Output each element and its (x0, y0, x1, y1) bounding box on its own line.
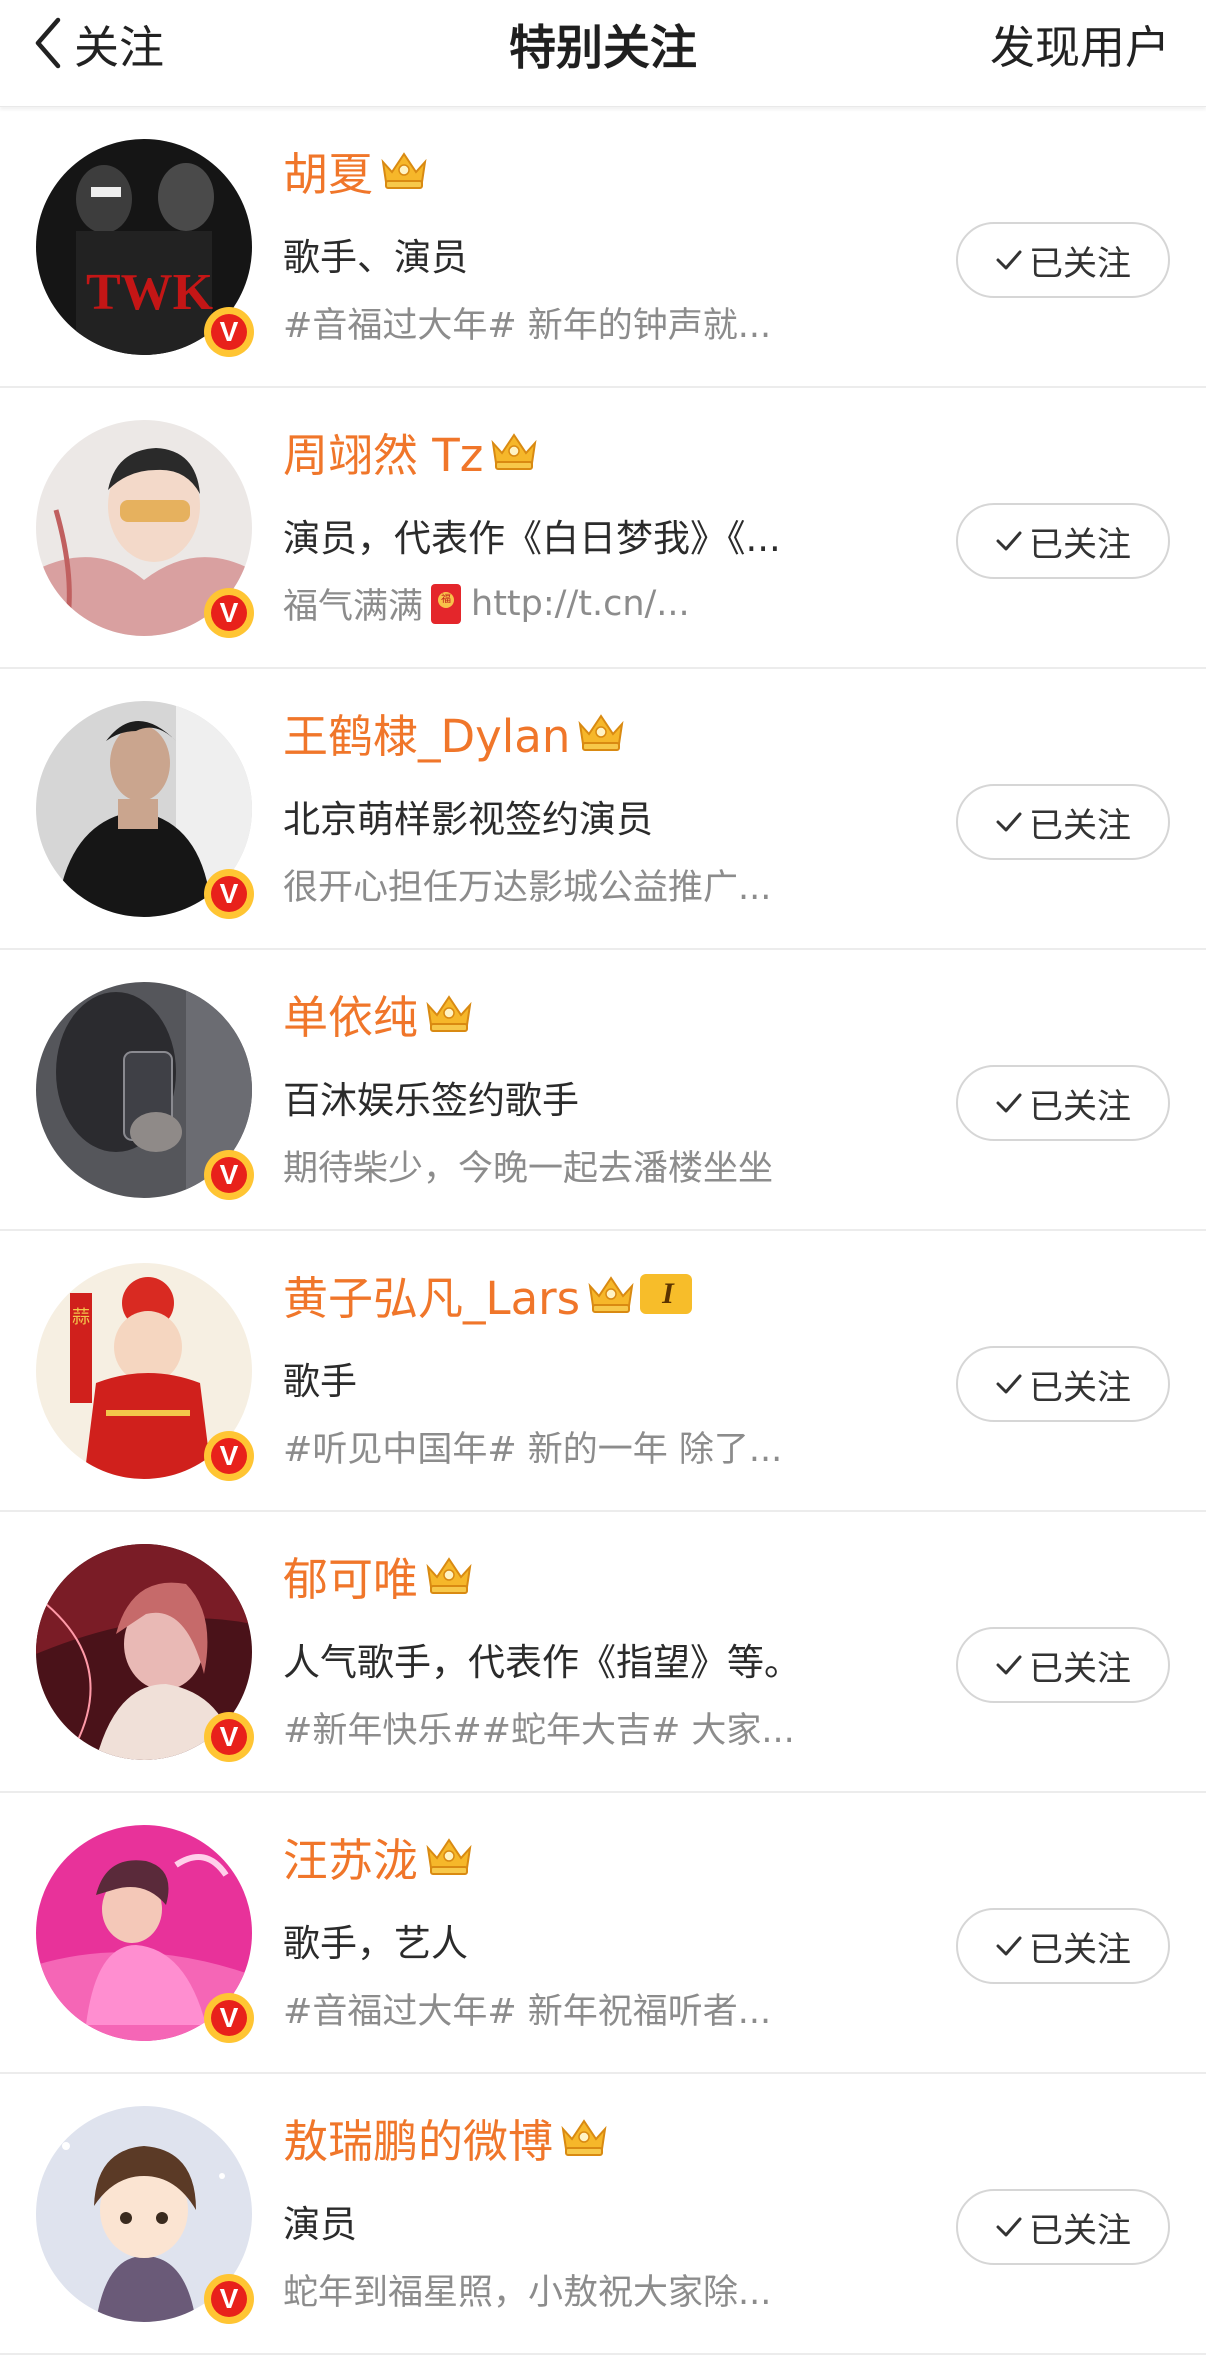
user-bio: 歌手 (283, 1360, 357, 1403)
user-name[interactable]: 胡夏 (283, 138, 373, 203)
status-text: 期待柴少，今晚一起去潘楼坐坐 (283, 1149, 774, 1189)
following-button[interactable]: 已关注 (956, 784, 1170, 860)
user-status: #听见中国年# 新的一年 除了... (283, 1421, 782, 1472)
nav-bar: 关注 特别关注 发现用户 (0, 0, 1206, 107)
check-icon (995, 1653, 1023, 1677)
following-button[interactable]: 已关注 (956, 1627, 1170, 1703)
following-button[interactable]: 已关注 (956, 503, 1170, 579)
following-label: 已关注 (1029, 1086, 1131, 1127)
user-bio: 人气歌手，代表作《指望》等。 (283, 1641, 801, 1684)
following-label: 已关注 (1029, 524, 1131, 565)
verified-badge-icon: V (204, 1993, 254, 2043)
verified-badge-icon: V (204, 2274, 254, 2324)
list-item[interactable]: V 汪苏泷 歌手，艺人 #音福过大年# 新年祝福听者... 已关注 (0, 1793, 1206, 2074)
list-item[interactable]: 蒜 V 黄子弘凡_Lars I 歌手 #听见中国年# 新的一年 除了... 已关… (0, 1231, 1206, 1512)
following-label: 已关注 (1029, 805, 1131, 846)
user-name-line: 郁可唯 (283, 1540, 476, 1610)
crown-icon (422, 991, 476, 1035)
user-name-line: 单依纯 (283, 978, 476, 1048)
status-prefix: 福气满满 (283, 587, 424, 627)
list-item[interactable]: V 周翊然 Tz 演员，代表作《白日梦我》《... 福气满满 福 http://… (0, 388, 1206, 669)
crown-icon (574, 710, 628, 754)
crown-icon (584, 1272, 638, 1316)
following-label: 已关注 (1029, 2210, 1131, 2251)
user-status: 蛇年到福星照，小敖祝大家除... (283, 2264, 771, 2315)
status-text: #听见中国年# 新的一年 除了... (283, 1430, 783, 1470)
status-text: 蛇年到福星照，小敖祝大家除... (283, 2273, 772, 2313)
following-label: 已关注 (1029, 243, 1131, 284)
user-bio: 演员，代表作《白日梦我》《... (283, 517, 781, 560)
verified-badge-icon: V (204, 1150, 254, 1200)
list-item[interactable]: V 王鹤棣_Dylan 北京萌样影视签约演员 很开心担任万达影城公益推广... … (0, 669, 1206, 950)
following-button[interactable]: 已关注 (956, 1065, 1170, 1141)
user-name[interactable]: 王鹤棣_Dylan (283, 700, 570, 765)
user-name[interactable]: 单依纯 (283, 981, 418, 1046)
status-text: #新年快乐##蛇年大吉# 大家... (283, 1711, 795, 1751)
status-link[interactable]: http://t.cn/... (471, 584, 690, 624)
following-button[interactable]: 已关注 (956, 222, 1170, 298)
crown-icon (422, 1834, 476, 1878)
list-item[interactable]: V 敖瑞鹏的微博 演员 蛇年到福星照，小敖祝大家除... 已关注 (0, 2074, 1206, 2355)
following-label: 已关注 (1029, 1648, 1131, 1689)
user-name-line: 周翊然 Tz (283, 416, 541, 486)
member-level-badge: I (640, 1274, 692, 1314)
svg-text:TWK: TWK (86, 264, 214, 321)
crown-icon (377, 148, 431, 192)
discover-users-button[interactable]: 发现用户 (990, 0, 1170, 86)
user-name[interactable]: 黄子弘凡_Lars (283, 1262, 580, 1327)
check-icon (995, 1091, 1023, 1115)
verified-badge-icon: V (204, 1431, 254, 1481)
check-icon (995, 2215, 1023, 2239)
user-status: 福气满满 福 http://t.cn/... (283, 578, 690, 629)
user-status: #新年快乐##蛇年大吉# 大家... (283, 1702, 795, 1753)
verified-badge-icon: V (204, 869, 254, 919)
list-item[interactable]: V 单依纯 百沐娱乐签约歌手 期待柴少，今晚一起去潘楼坐坐 已关注 (0, 950, 1206, 1231)
user-name[interactable]: 汪苏泷 (283, 1824, 418, 1889)
user-name[interactable]: 敖瑞鹏的微博 (283, 2105, 553, 2170)
user-name-line: 汪苏泷 (283, 1821, 476, 1891)
verified-badge-icon: V (204, 588, 254, 638)
user-status: 期待柴少，今晚一起去潘楼坐坐 (283, 1140, 773, 1191)
user-bio: 北京萌样影视签约演员 (283, 798, 653, 841)
user-name[interactable]: 周翊然 Tz (283, 419, 483, 484)
verified-badge-icon: V (204, 1712, 254, 1762)
verified-badge-icon: V (204, 307, 254, 357)
list-item[interactable]: TWK V 胡夏 歌手、演员 #音福过大年# 新年的钟声就... 已关注 (0, 107, 1206, 388)
user-bio: 歌手，艺人 (283, 1922, 468, 1965)
following-label: 已关注 (1029, 1367, 1131, 1408)
following-button[interactable]: 已关注 (956, 2189, 1170, 2265)
crown-icon (422, 1553, 476, 1597)
list-item[interactable]: V 郁可唯 人气歌手，代表作《指望》等。 #新年快乐##蛇年大吉# 大家... … (0, 1512, 1206, 1793)
following-button[interactable]: 已关注 (956, 1908, 1170, 1984)
check-icon (995, 248, 1023, 272)
status-text: #音福过大年# 新年祝福听者... (283, 1992, 772, 2032)
check-icon (995, 1372, 1023, 1396)
user-bio: 百沐娱乐签约歌手 (283, 1079, 579, 1122)
crown-icon (557, 2115, 611, 2159)
red-envelope-icon: 福 (431, 583, 462, 624)
svg-text:蒜: 蒜 (72, 1307, 90, 1328)
user-name[interactable]: 郁可唯 (283, 1543, 418, 1608)
user-name-line: 王鹤棣_Dylan (283, 697, 628, 767)
crown-icon (487, 429, 541, 473)
status-text: 很开心担任万达影城公益推广... (283, 868, 772, 908)
user-bio: 歌手、演员 (283, 236, 468, 279)
user-bio: 演员 (283, 2203, 357, 2246)
user-status: #音福过大年# 新年祝福听者... (283, 1983, 771, 2034)
user-status: 很开心担任万达影城公益推广... (283, 859, 771, 910)
check-icon (995, 810, 1023, 834)
user-list: TWK V 胡夏 歌手、演员 #音福过大年# 新年的钟声就... 已关注 V 周… (0, 107, 1206, 2355)
user-name-line: 胡夏 (283, 135, 431, 205)
user-name-line: 黄子弘凡_Lars I (283, 1259, 692, 1329)
status-text: #音福过大年# 新年的钟声就... (283, 306, 772, 346)
check-icon (995, 529, 1023, 553)
user-status: #音福过大年# 新年的钟声就... (283, 297, 771, 348)
following-label: 已关注 (1029, 1929, 1131, 1970)
user-name-line: 敖瑞鹏的微博 (283, 2102, 611, 2172)
check-icon (995, 1934, 1023, 1958)
following-button[interactable]: 已关注 (956, 1346, 1170, 1422)
